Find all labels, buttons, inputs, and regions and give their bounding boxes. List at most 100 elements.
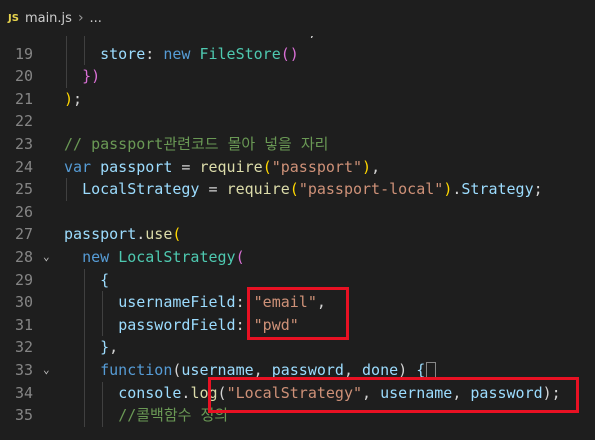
- code-token: ,: [371, 157, 381, 176]
- code-token: (: [262, 157, 272, 176]
- line-number: 21: [14, 89, 33, 108]
- code-token: }): [82, 67, 101, 86]
- code-token: new: [82, 248, 110, 266]
- code-token: // passport관련코드 몰아 넣을 자리: [64, 135, 329, 153]
- code-token: LocalStrategy: [82, 180, 200, 199]
- fold-chevron-icon[interactable]: ⌄: [43, 246, 50, 269]
- code-token: ): [443, 180, 453, 199]
- line-number: 24: [14, 157, 33, 176]
- code-line[interactable]: 27 passport.use(: [0, 223, 595, 246]
- code-token: var: [64, 157, 92, 176]
- code-line[interactable]: 21);: [0, 88, 595, 111]
- code-token: Strategy: [461, 180, 534, 199]
- code-token: passport: [100, 157, 173, 176]
- line-number: 19: [14, 44, 33, 63]
- line-number: 33: [14, 361, 33, 379]
- code-token: .: [136, 225, 146, 244]
- code-token: function: [100, 361, 173, 379]
- breadcrumb: JS main.js › ...: [0, 0, 595, 36]
- code-token: passwordField: [118, 315, 236, 334]
- code-token: {: [100, 270, 110, 289]
- highlight-box-fields: [247, 287, 349, 341]
- code-token: :: [145, 44, 164, 63]
- code-token: ): [362, 157, 372, 176]
- fold-chevron-icon[interactable]: ⌄: [43, 359, 50, 382]
- code-token: ,: [109, 338, 119, 357]
- code-line[interactable]: 24 var passport = require("passport"),: [0, 156, 595, 179]
- code-line[interactable]: 26: [0, 201, 595, 224]
- code-text: {: [64, 269, 109, 292]
- code-line[interactable]: 28 ⌄ new LocalStrategy(: [0, 246, 595, 269]
- code-token: "passport": [271, 157, 363, 176]
- line-number: 31: [14, 315, 33, 334]
- code-line[interactable]: 25 LocalStrategy = require("passport-loc…: [0, 178, 595, 201]
- code-text: passport.use(: [64, 223, 181, 246]
- code-text: );: [64, 88, 82, 111]
- code-token: (): [280, 44, 299, 63]
- code-token: ;: [533, 180, 543, 199]
- code-token: ;: [73, 89, 83, 108]
- breadcrumb-file[interactable]: main.js: [25, 11, 72, 26]
- code-token: ): [64, 89, 74, 108]
- line-number: 27: [14, 225, 33, 244]
- code-text: store: new FileStore(): [64, 43, 299, 66]
- code-line[interactable]: 20 }): [0, 65, 595, 88]
- code-token: (: [172, 225, 182, 244]
- indent-guide: [102, 291, 104, 337]
- breadcrumb-symbols[interactable]: ...: [90, 11, 102, 26]
- code-token: LocalStrategy: [118, 248, 236, 266]
- code-text: //콜백함수 정의: [64, 404, 228, 427]
- code-token: "passport-local": [298, 180, 444, 199]
- line-number: 35: [14, 406, 33, 425]
- code-token: =: [172, 157, 200, 176]
- code-token: passport: [64, 225, 137, 244]
- code-text: new LocalStrategy(: [64, 246, 245, 269]
- code-token: new: [163, 44, 191, 63]
- line-number: 20: [14, 67, 33, 86]
- code-text: },: [64, 336, 118, 359]
- chevron-right-icon: ›: [77, 10, 84, 26]
- line-number: 22: [14, 112, 33, 131]
- code-token: store: [100, 44, 146, 63]
- line-number: 25: [14, 180, 33, 199]
- line-number: 29: [14, 270, 33, 289]
- indent-guide: [84, 268, 86, 427]
- line-number: 32: [14, 338, 33, 357]
- code-line[interactable]: 23 // passport관련코드 몰아 넣을 자리: [0, 133, 595, 156]
- code-token: usernameField: [118, 293, 236, 312]
- code-token: }: [100, 338, 110, 357]
- indent-guide: [102, 381, 104, 427]
- code-line[interactable]: 19 store: new FileStore(): [0, 43, 595, 66]
- code-token: console: [118, 383, 182, 402]
- code-token: require: [226, 180, 290, 199]
- code-editor[interactable]: 18 saveUninitialized: true,19 store: new…: [0, 20, 595, 440]
- code-text: var passport = require("passport"),: [64, 156, 380, 179]
- highlight-box-console-log: [208, 376, 579, 414]
- code-text: }): [64, 65, 100, 88]
- line-number: 23: [14, 135, 33, 153]
- line-number: 34: [14, 383, 33, 402]
- line-number: 28: [14, 248, 33, 266]
- code-token: FileStore: [199, 44, 281, 63]
- code-token: use: [145, 225, 173, 244]
- javascript-file-icon: JS: [8, 12, 19, 24]
- indent-guide: [66, 178, 67, 201]
- code-text: LocalStrategy = require("passport-local"…: [64, 178, 543, 201]
- code-line[interactable]: 22: [0, 110, 595, 133]
- code-token: (: [235, 248, 245, 266]
- code-token: =: [199, 180, 227, 199]
- code-text: // passport관련코드 몰아 넣을 자리: [64, 133, 328, 156]
- code-token: (: [289, 180, 299, 199]
- code-token: require: [199, 157, 263, 176]
- line-number: 26: [14, 202, 33, 221]
